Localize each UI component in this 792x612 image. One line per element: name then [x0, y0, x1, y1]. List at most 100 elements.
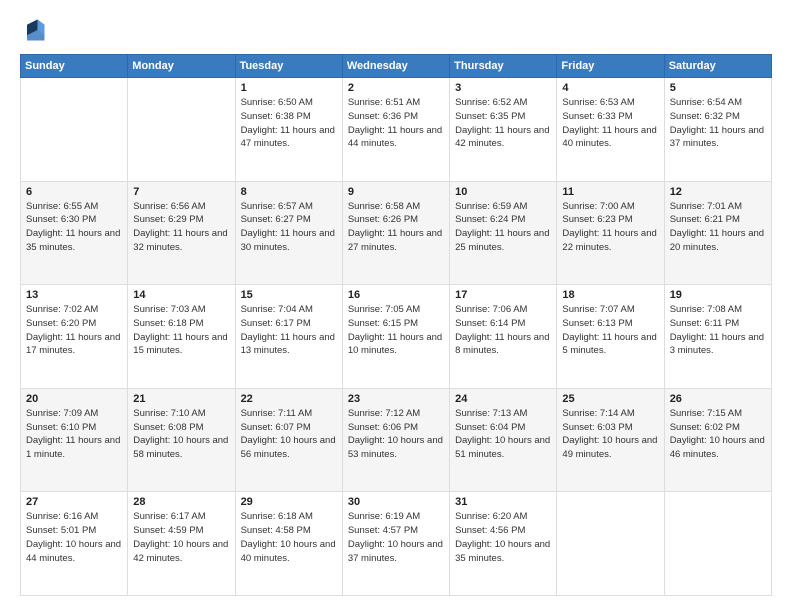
calendar-day-cell [557, 492, 664, 596]
day-info: Sunrise: 6:50 AM Sunset: 6:38 PM Dayligh… [241, 96, 337, 151]
calendar-day-cell: 14 Sunrise: 7:03 AM Sunset: 6:18 PM Dayli… [128, 285, 235, 389]
day-info: Sunrise: 7:03 AM Sunset: 6:18 PM Dayligh… [133, 303, 229, 358]
day-number: 10 [455, 186, 551, 198]
day-info: Sunrise: 6:57 AM Sunset: 6:27 PM Dayligh… [241, 200, 337, 255]
day-info: Sunrise: 7:02 AM Sunset: 6:20 PM Dayligh… [26, 303, 122, 358]
calendar-day-cell: 31 Sunrise: 6:20 AM Sunset: 4:56 PM Dayli… [450, 492, 557, 596]
calendar-day-cell: 28Sunrise: 6:17 AM Sunset: 4:59 PM Dayli… [128, 492, 235, 596]
day-number: 13 [26, 289, 122, 301]
day-number: 11 [562, 186, 658, 198]
calendar-table: SundayMondayTuesdayWednesdayThursdayFrid… [20, 54, 772, 596]
day-number: 31 [455, 496, 551, 508]
calendar-day-cell: 29 Sunrise: 6:18 AM Sunset: 4:58 PM Dayli… [235, 492, 342, 596]
day-info: Sunrise: 6:56 AM Sunset: 6:29 PM Dayligh… [133, 200, 229, 255]
calendar-week-row: 13 Sunrise: 7:02 AM Sunset: 6:20 PM Dayli… [21, 285, 772, 389]
day-number: 24 [455, 393, 551, 405]
day-number: 26 [670, 393, 766, 405]
day-info: Sunrise: 7:10 AM Sunset: 6:08 PM Dayligh… [133, 407, 229, 462]
day-info: Sunrise: 7:12 AM Sunset: 6:06 PM Dayligh… [348, 407, 444, 462]
day-info: Sunrise: 7:04 AM Sunset: 6:17 PM Dayligh… [241, 303, 337, 358]
day-info: Sunrise: 6:54 AM Sunset: 6:32 PM Dayligh… [670, 96, 766, 151]
logo-icon [20, 16, 48, 44]
day-number: 1 [241, 82, 337, 94]
day-info: Sunrise: 7:13 AM Sunset: 6:04 PM Dayligh… [455, 407, 551, 462]
calendar-day-cell [664, 492, 771, 596]
day-number: 18 [562, 289, 658, 301]
day-number: 23 [348, 393, 444, 405]
day-info: Sunrise: 7:06 AM Sunset: 6:14 PM Dayligh… [455, 303, 551, 358]
calendar-day-cell: 26Sunrise: 7:15 AM Sunset: 6:02 PM Dayli… [664, 388, 771, 492]
weekday-header-row: SundayMondayTuesdayWednesdayThursdayFrid… [21, 55, 772, 78]
weekday-header-cell: Wednesday [342, 55, 449, 78]
calendar-day-cell: 18 Sunrise: 7:07 AM Sunset: 6:13 PM Dayli… [557, 285, 664, 389]
calendar-day-cell: 20 Sunrise: 7:09 AM Sunset: 6:10 PM Dayli… [21, 388, 128, 492]
calendar-day-cell: 16Sunrise: 7:05 AM Sunset: 6:15 PM Dayli… [342, 285, 449, 389]
calendar-day-cell: 2 Sunrise: 6:51 AM Sunset: 6:36 PM Daylig… [342, 78, 449, 182]
day-number: 14 [133, 289, 229, 301]
day-number: 29 [241, 496, 337, 508]
day-info: Sunrise: 6:18 AM Sunset: 4:58 PM Dayligh… [241, 510, 337, 565]
calendar-day-cell: 23 Sunrise: 7:12 AM Sunset: 6:06 PM Dayli… [342, 388, 449, 492]
weekday-header-cell: Saturday [664, 55, 771, 78]
day-number: 27 [26, 496, 122, 508]
day-number: 7 [133, 186, 229, 198]
day-info: Sunrise: 6:16 AM Sunset: 5:01 PM Dayligh… [26, 510, 122, 565]
weekday-header-cell: Thursday [450, 55, 557, 78]
calendar-day-cell: 15 Sunrise: 7:04 AM Sunset: 6:17 PM Dayli… [235, 285, 342, 389]
day-number: 30 [348, 496, 444, 508]
calendar-day-cell: 7 Sunrise: 6:56 AM Sunset: 6:29 PM Daylig… [128, 181, 235, 285]
day-number: 20 [26, 393, 122, 405]
day-info: Sunrise: 6:58 AM Sunset: 6:26 PM Dayligh… [348, 200, 444, 255]
day-number: 19 [670, 289, 766, 301]
calendar-day-cell: 5 Sunrise: 6:54 AM Sunset: 6:32 PM Daylig… [664, 78, 771, 182]
day-info: Sunrise: 6:19 AM Sunset: 4:57 PM Dayligh… [348, 510, 444, 565]
day-info: Sunrise: 7:14 AM Sunset: 6:03 PM Dayligh… [562, 407, 658, 462]
day-info: Sunrise: 6:55 AM Sunset: 6:30 PM Dayligh… [26, 200, 122, 255]
calendar-day-cell: 24 Sunrise: 7:13 AM Sunset: 6:04 PM Dayli… [450, 388, 557, 492]
day-number: 5 [670, 82, 766, 94]
calendar-day-cell: 8 Sunrise: 6:57 AM Sunset: 6:27 PM Daylig… [235, 181, 342, 285]
calendar-day-cell: 27 Sunrise: 6:16 AM Sunset: 5:01 PM Dayli… [21, 492, 128, 596]
calendar-day-cell: 13 Sunrise: 7:02 AM Sunset: 6:20 PM Dayli… [21, 285, 128, 389]
calendar-day-cell: 30 Sunrise: 6:19 AM Sunset: 4:57 PM Dayli… [342, 492, 449, 596]
header [20, 16, 772, 44]
calendar-body: 1 Sunrise: 6:50 AM Sunset: 6:38 PM Daylig… [21, 78, 772, 596]
calendar-day-cell: 21 Sunrise: 7:10 AM Sunset: 6:08 PM Dayli… [128, 388, 235, 492]
day-info: Sunrise: 6:20 AM Sunset: 4:56 PM Dayligh… [455, 510, 551, 565]
day-info: Sunrise: 6:59 AM Sunset: 6:24 PM Dayligh… [455, 200, 551, 255]
day-number: 6 [26, 186, 122, 198]
day-info: Sunrise: 7:11 AM Sunset: 6:07 PM Dayligh… [241, 407, 337, 462]
calendar-day-cell [128, 78, 235, 182]
calendar-day-cell: 4Sunrise: 6:53 AM Sunset: 6:33 PM Daylig… [557, 78, 664, 182]
weekday-header-cell: Friday [557, 55, 664, 78]
day-number: 8 [241, 186, 337, 198]
calendar-day-cell: 9Sunrise: 6:58 AM Sunset: 6:26 PM Daylig… [342, 181, 449, 285]
day-number: 21 [133, 393, 229, 405]
calendar-day-cell: 19Sunrise: 7:08 AM Sunset: 6:11 PM Dayli… [664, 285, 771, 389]
calendar-day-cell: 1 Sunrise: 6:50 AM Sunset: 6:38 PM Daylig… [235, 78, 342, 182]
day-number: 22 [241, 393, 337, 405]
day-number: 4 [562, 82, 658, 94]
calendar-day-cell: 12Sunrise: 7:01 AM Sunset: 6:21 PM Dayli… [664, 181, 771, 285]
day-info: Sunrise: 7:07 AM Sunset: 6:13 PM Dayligh… [562, 303, 658, 358]
day-info: Sunrise: 7:01 AM Sunset: 6:21 PM Dayligh… [670, 200, 766, 255]
calendar-day-cell: 3Sunrise: 6:52 AM Sunset: 6:35 PM Daylig… [450, 78, 557, 182]
calendar-day-cell: 22 Sunrise: 7:11 AM Sunset: 6:07 PM Dayli… [235, 388, 342, 492]
day-number: 2 [348, 82, 444, 94]
calendar-week-row: 1 Sunrise: 6:50 AM Sunset: 6:38 PM Daylig… [21, 78, 772, 182]
weekday-header-cell: Tuesday [235, 55, 342, 78]
day-number: 15 [241, 289, 337, 301]
page: SundayMondayTuesdayWednesdayThursdayFrid… [0, 0, 792, 612]
calendar-day-cell [21, 78, 128, 182]
day-number: 25 [562, 393, 658, 405]
day-info: Sunrise: 6:52 AM Sunset: 6:35 PM Dayligh… [455, 96, 551, 151]
weekday-header-cell: Sunday [21, 55, 128, 78]
day-number: 28 [133, 496, 229, 508]
calendar-day-cell: 17Sunrise: 7:06 AM Sunset: 6:14 PM Dayli… [450, 285, 557, 389]
calendar-week-row: 20 Sunrise: 7:09 AM Sunset: 6:10 PM Dayli… [21, 388, 772, 492]
calendar-day-cell: 6 Sunrise: 6:55 AM Sunset: 6:30 PM Daylig… [21, 181, 128, 285]
day-info: Sunrise: 6:51 AM Sunset: 6:36 PM Dayligh… [348, 96, 444, 151]
day-number: 16 [348, 289, 444, 301]
day-info: Sunrise: 7:09 AM Sunset: 6:10 PM Dayligh… [26, 407, 122, 462]
weekday-header-cell: Monday [128, 55, 235, 78]
